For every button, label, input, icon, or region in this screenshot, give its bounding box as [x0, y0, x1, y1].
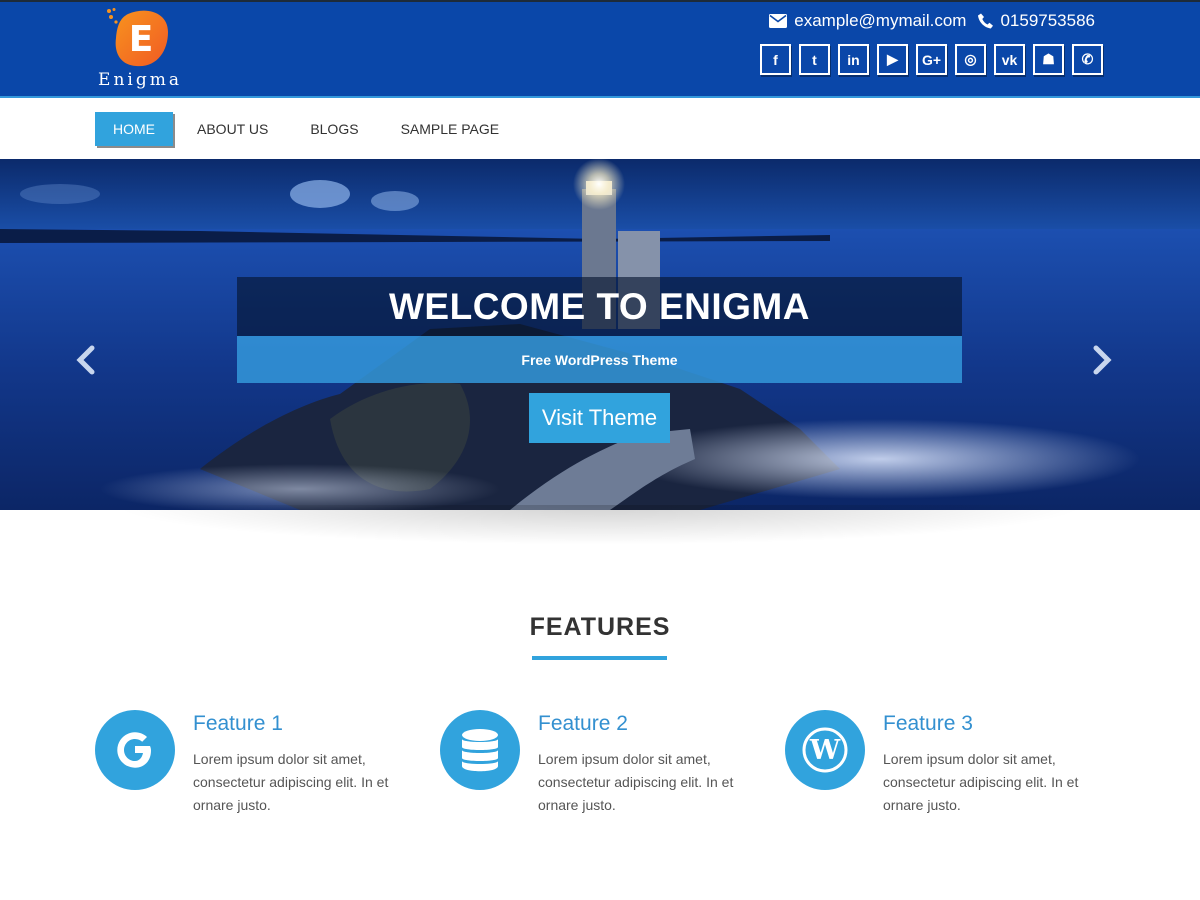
instagram-icon[interactable]: ◎	[955, 44, 986, 75]
slide-title: WELCOME TO ENIGMA	[389, 285, 810, 327]
contact-info: example@mymail.com 0159753586	[769, 10, 1095, 32]
wordpress-icon: W	[802, 727, 848, 773]
site-name: Enigma	[98, 70, 182, 90]
feature-text: Lorem ipsum dolor sit amet, consectetur …	[883, 751, 1079, 813]
slide-subtitle: Free WordPress Theme	[521, 351, 678, 368]
social-links: f t in ▶ G+ ◎ vk ☗ ✆	[760, 44, 1103, 75]
email-text: example@mymail.com	[794, 11, 967, 30]
feature-card-3: W Feature 3 Lorem ipsum dolor sit amet, …	[785, 710, 1115, 840]
email-contact[interactable]: example@mymail.com	[769, 11, 966, 31]
feature-icon-circle	[95, 710, 175, 790]
nav-item-blogs[interactable]: BLOGS	[292, 112, 376, 146]
feature-title[interactable]: Feature 2	[538, 712, 628, 736]
linkedin-icon[interactable]: in	[838, 44, 869, 75]
main-nav: HOME ABOUT US BLOGS SAMPLE PAGE	[0, 98, 1200, 159]
twitter-icon[interactable]: t	[799, 44, 830, 75]
snapchat-icon[interactable]: ☗	[1033, 44, 1064, 75]
hero-shadow	[110, 505, 1090, 545]
svg-text:W: W	[809, 735, 841, 766]
feature-card-1: Feature 1 Lorem ipsum dolor sit amet, co…	[95, 710, 425, 840]
features-underline	[532, 656, 667, 660]
nav-list: HOME ABOUT US BLOGS SAMPLE PAGE	[95, 112, 523, 146]
slide-subtitle-box: Free WordPress Theme	[237, 336, 962, 383]
google-plus-icon[interactable]: G+	[916, 44, 947, 75]
phone-text: 0159753586	[1000, 11, 1095, 30]
envelope-icon	[769, 14, 788, 28]
chevron-right-icon[interactable]	[1090, 345, 1114, 375]
vk-icon[interactable]: vk	[994, 44, 1025, 75]
youtube-icon[interactable]: ▶	[877, 44, 908, 75]
feature-icon-circle: W	[785, 710, 865, 790]
database-icon	[462, 729, 498, 772]
hero-slider: WELCOME TO ENIGMA Free WordPress Theme V…	[0, 159, 1200, 510]
svg-text:E: E	[129, 19, 154, 60]
visit-theme-button[interactable]: Visit Theme	[529, 393, 670, 443]
nav-item-home[interactable]: HOME	[95, 112, 173, 146]
phone-contact[interactable]: 0159753586	[978, 11, 1095, 31]
logo-mark: E	[107, 8, 168, 67]
feature-text: Lorem ipsum dolor sit amet, consectetur …	[193, 751, 389, 813]
nav-item-sample-page[interactable]: SAMPLE PAGE	[383, 112, 518, 146]
feature-title[interactable]: Feature 3	[883, 712, 973, 736]
feature-title[interactable]: Feature 1	[193, 712, 283, 736]
feature-icon-circle	[440, 710, 520, 790]
top-header: E Enigma example@mymail.com 0159753586 f…	[0, 0, 1200, 98]
nav-item-about-us[interactable]: ABOUT US	[179, 112, 286, 146]
feature-text: Lorem ipsum dolor sit amet, consectetur …	[538, 751, 734, 813]
feature-card-2: Feature 2 Lorem ipsum dolor sit amet, co…	[440, 710, 770, 840]
phone-icon	[978, 13, 994, 29]
slide-title-box: WELCOME TO ENIGMA	[237, 277, 962, 336]
facebook-icon[interactable]: f	[760, 44, 791, 75]
google-icon	[117, 732, 151, 768]
site-logo[interactable]: E Enigma	[95, 4, 185, 94]
features-heading: FEATURES	[529, 613, 671, 641]
chevron-left-icon[interactable]	[74, 345, 98, 375]
whatsapp-icon[interactable]: ✆	[1072, 44, 1103, 75]
